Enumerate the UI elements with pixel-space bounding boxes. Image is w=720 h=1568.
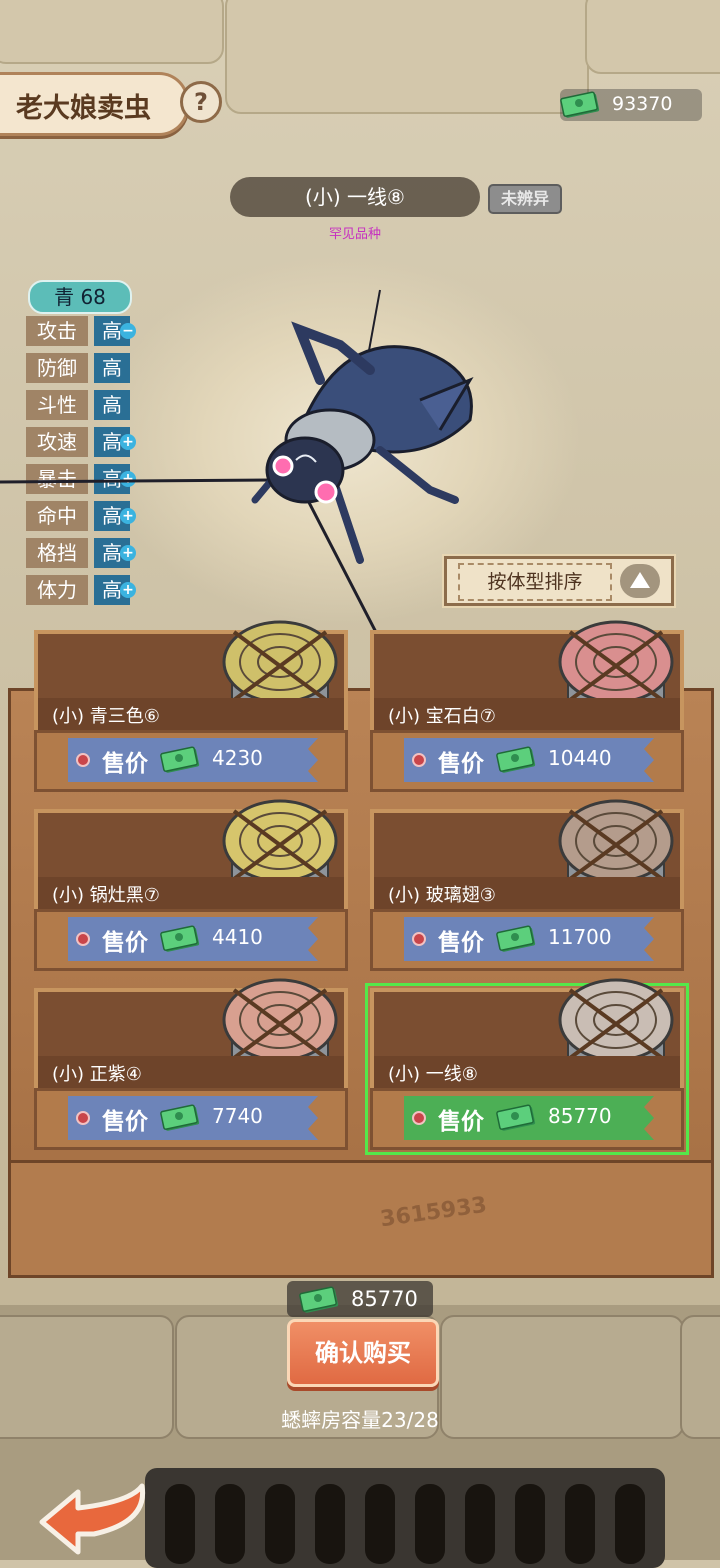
price-value: 11700 <box>548 925 612 949</box>
nail-dot <box>412 753 426 767</box>
nail-dot <box>76 753 90 767</box>
cash-icon <box>160 746 200 773</box>
total-amount: 85770 <box>351 1287 418 1311</box>
confirm-buy-button[interactable]: 确认购买 <box>287 1319 439 1387</box>
money-amount: 93370 <box>612 93 673 115</box>
sort-button[interactable]: 按体型排序 <box>442 554 676 608</box>
cricket-listing[interactable]: (小) 一线⑧ 售价 85770 <box>365 978 689 1155</box>
cricket-listing[interactable]: (小) 玻璃翅③ 售价 11700 <box>370 799 684 971</box>
cricket-listing-name: (小) 锅灶黑⑦ <box>52 885 160 906</box>
page-title-tag: 老大娘卖虫 <box>0 72 189 136</box>
cash-icon <box>160 1104 200 1131</box>
wall-stone <box>585 0 720 74</box>
cricket-listing-name: (小) 青三色⑥ <box>52 706 160 727</box>
price-value: 7740 <box>212 1104 263 1128</box>
cricket-listing-name: (小) 玻璃翅③ <box>388 885 496 906</box>
cricket-name: (小) 一线⑧ <box>230 177 480 217</box>
cash-icon <box>160 925 200 952</box>
cash-icon <box>496 746 536 773</box>
nail-dot <box>76 1111 90 1125</box>
price-value: 10440 <box>548 746 612 770</box>
help-icon[interactable]: ? <box>180 81 222 123</box>
cricket-listing-name: (小) 一线⑧ <box>388 1064 478 1085</box>
nail-dot <box>412 1111 426 1125</box>
price-label: 售价 <box>102 751 148 777</box>
price-label: 售价 <box>438 751 484 777</box>
wall-stone <box>0 0 224 64</box>
back-arrow-icon[interactable] <box>30 1478 160 1558</box>
cricket-listing-name: (小) 宝石白⑦ <box>388 706 496 727</box>
cash-icon <box>299 1286 339 1313</box>
drain-grate <box>145 1468 665 1568</box>
price-label: 售价 <box>102 1109 148 1135</box>
total-price: 85770 <box>287 1281 433 1317</box>
shelf-base <box>8 1160 714 1278</box>
rarity-label: 罕见品种 <box>328 227 381 242</box>
price-label: 售价 <box>438 930 484 956</box>
cricket-listing-name: (小) 正紫④ <box>52 1064 142 1085</box>
wall-stone <box>225 0 589 114</box>
cricket-listing[interactable]: (小) 青三色⑥ 售价 4230 <box>34 620 348 792</box>
nail-dot <box>412 932 426 946</box>
cash-icon <box>496 925 536 952</box>
money-display: 93370 <box>560 89 702 121</box>
triangle-up-icon[interactable] <box>620 564 660 598</box>
cash-icon <box>496 1104 536 1131</box>
nail-dot <box>76 932 90 946</box>
price-value: 4230 <box>212 746 263 770</box>
price-value: 4410 <box>212 925 263 949</box>
cash-icon <box>560 91 600 118</box>
cricket-listing[interactable]: (小) 宝石白⑦ 售价 10440 <box>370 620 684 792</box>
status-badge: 未辨异 <box>488 184 562 214</box>
cricket-listing[interactable]: (小) 锅灶黑⑦ 售价 4410 <box>34 799 348 971</box>
page-title: 老大娘卖虫 <box>16 93 151 124</box>
capacity-label: 蟋蟀房容量23/28 <box>281 1408 439 1432</box>
price-label: 售价 <box>438 1109 484 1135</box>
cricket-listing[interactable]: (小) 正紫④ 售价 7740 <box>34 978 348 1150</box>
price-value: 85770 <box>548 1104 612 1128</box>
sort-button-label: 按体型排序 <box>458 563 612 601</box>
price-label: 售价 <box>102 930 148 956</box>
